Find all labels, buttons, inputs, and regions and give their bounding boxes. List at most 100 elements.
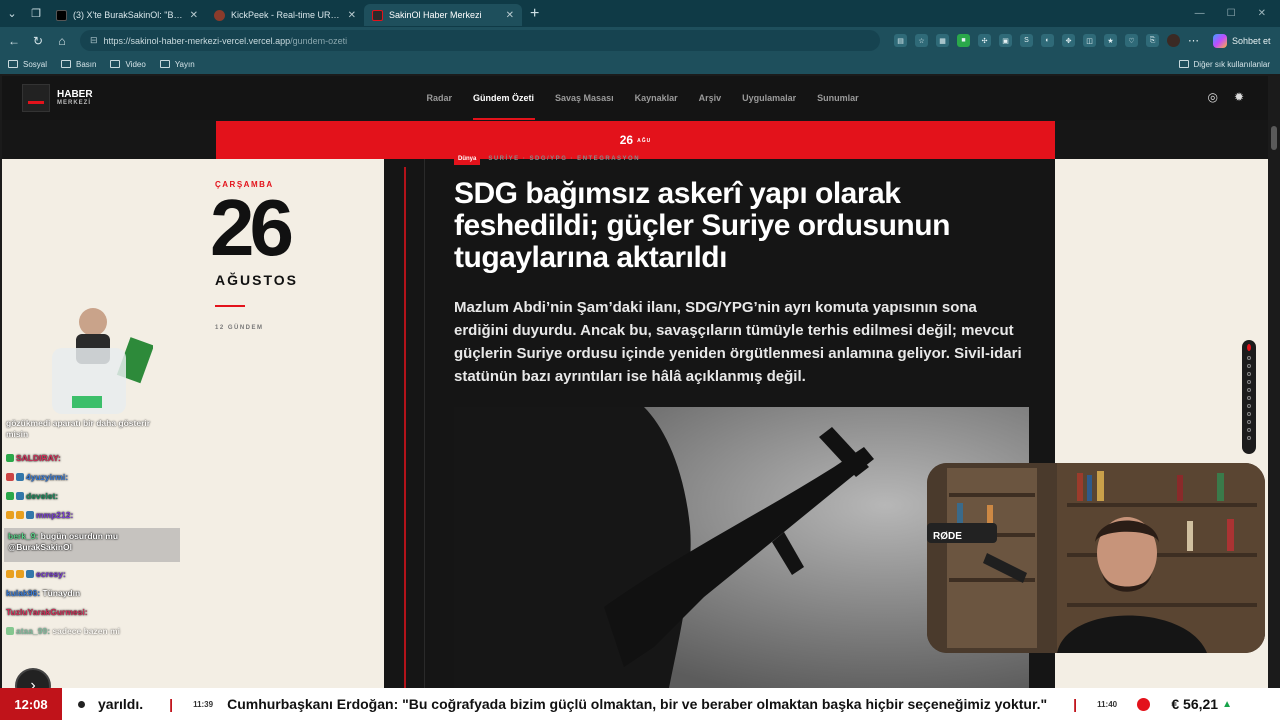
workspaces-icon[interactable]: ❐ [24,0,48,27]
nav-item-gundem-ozeti[interactable]: Gündem Özeti [463,76,545,120]
banner-day: 26 [619,133,634,147]
logo-subtext: MERKEZİ [57,100,91,106]
nav-item-radar[interactable]: Radar [416,76,463,120]
stream-chat-overlay: gözükmedi aparatı bir daha gösterir misi… [4,416,182,644]
more-menu-icon[interactable]: ⋯ [1188,34,1199,47]
tab-kickpeek[interactable]: KickPeek - Real-time URL Crawler ✕ [206,4,364,26]
ticker-strip: yarıldı. | 11:39 Cumhurbaşkanı Erdoğan: … [98,688,1151,720]
nav-item-arsiv[interactable]: Arşiv [688,76,732,120]
extension-icon[interactable]: ▣ [999,34,1012,47]
folder-icon [1178,60,1189,68]
tab-actions-chevron-icon[interactable]: ⌄ [0,0,24,27]
section-scroll-indicator[interactable] [1242,340,1256,454]
site-info-icon[interactable]: ⊟ [90,35,98,46]
bookmark-folder[interactable]: Basın [61,60,96,69]
reader-icon[interactable]: ▤ [894,34,907,47]
chat-message: SALDIRAY: [6,453,61,463]
indicator-dot[interactable] [1247,364,1251,368]
category-badge[interactable]: Dünya [454,153,481,165]
bookmark-label: Video [125,59,146,69]
folder-icon [159,60,170,68]
favorites-icon[interactable]: ★ [1104,34,1117,47]
other-bookmarks[interactable]: Diğer sık kullanılanlar [1178,59,1270,69]
indicator-dot[interactable] [1247,412,1251,416]
chat-message: 4yuzyirmi: [6,472,68,482]
tab-label: KickPeek - Real-time URL Crawler [231,10,342,20]
indicator-dot[interactable] [1247,356,1251,360]
close-icon[interactable]: ✕ [190,10,198,21]
favorite-star-icon[interactable]: ☆ [915,34,928,47]
indicator-dot[interactable] [1247,420,1251,424]
streamer-sticker-image [28,300,155,418]
close-window-icon[interactable]: ✕ [1258,8,1266,19]
tab-bar: ⌄ ❐ (3) X'te BurakSakinOl: "Bugün sade..… [0,0,1280,27]
scrollbar-thumb[interactable] [1271,126,1277,150]
indicator-dot[interactable] [1247,396,1251,400]
badge-icon [16,492,24,500]
indicator-dot[interactable] [1247,428,1251,432]
nav-item-kaynaklar[interactable]: Kaynaklar [624,76,688,120]
settings-icon[interactable]: ◎ [1207,90,1217,104]
ticker-separator: | [169,696,174,712]
tab-label: (3) X'te BurakSakinOl: "Bugün sade... [73,10,184,20]
chat-message: gözükmedi aparatı bir daha gösterir misi… [6,418,151,439]
tab-x[interactable]: (3) X'te BurakSakinOl: "Bugün sade... ✕ [48,4,206,26]
extension-s-icon[interactable]: S [1020,34,1033,47]
refresh-icon[interactable]: ↻ [26,34,50,48]
ticker-headline: Cumhurbaşkanı Erdoğan: "Bu coğrafyada bi… [227,696,1048,712]
extension-green-icon[interactable]: ■ [957,34,970,47]
indicator-dot[interactable] [1247,388,1251,392]
chat-message: kulak96: Tünaydın [6,588,80,598]
tab-sakinol[interactable]: SakinOl Haber Merkezi ✕ [364,4,522,26]
minimize-icon[interactable]: — [1195,8,1205,19]
chat-username: kulak96: [6,588,41,598]
theme-toggle-icon[interactable]: ✹ [1234,90,1244,104]
day-number: 26 [210,183,294,272]
extension-icon[interactable]: ▦ [936,34,949,47]
indicator-dot[interactable] [1247,436,1251,440]
indicator-dot[interactable] [1247,404,1251,408]
bookmark-label: Yayın [174,59,195,69]
page-scrollbar[interactable] [1268,76,1280,688]
nav-item-sunumlar[interactable]: Sunumlar [807,76,870,120]
home-icon[interactable]: ⌂ [50,34,74,48]
folder-icon [110,60,121,68]
profile-avatar[interactable] [1167,34,1180,47]
extension-icon[interactable]: ◐ [1041,34,1054,47]
indicator-dot[interactable] [1247,380,1251,384]
badge-icon [6,473,14,481]
indicator-dot[interactable] [1247,372,1251,376]
back-icon[interactable]: ← [2,34,26,48]
folder-icon [61,60,72,68]
article-lede: Mazlum Abdi’nin Şam’daki ilanı, SDG/YPG’… [454,299,1022,385]
ticker-clock: 12:08 [0,688,62,720]
bookmark-label: Basın [76,59,97,69]
maximize-icon[interactable]: ☐ [1227,8,1236,19]
close-icon[interactable]: ✕ [348,10,356,21]
bookmark-folder[interactable]: Yayın [159,59,195,69]
copilot-chat-button[interactable]: Sohbet et [1213,33,1271,48]
site-logo[interactable]: HABER MERKEZİ [22,84,93,112]
new-tab-button[interactable]: + [522,5,547,23]
screenshot-icon[interactable]: ⎘ [1146,34,1159,47]
chat-username: mmp212: [36,510,74,520]
site-header: HABER MERKEZİ Radar Gündem Özeti Savaş M… [2,76,1268,120]
news-ticker: 12:08 yarıldı. | 11:39 Cumhurbaşkanı Erd… [0,688,1280,720]
extension-icon[interactable]: ✣ [978,34,991,47]
split-screen-icon[interactable]: ◫ [1083,34,1096,47]
logo-mark-icon [22,84,50,112]
collections-icon[interactable]: ♡ [1125,34,1138,47]
url-field[interactable]: ⊟ https://sakinol-haber-merkezi-vercel.v… [80,30,880,51]
url-host: https://sakinol-haber-merkezi-vercel.ver… [103,35,291,46]
nav-item-uygulamalar[interactable]: Uygulamalar [732,76,807,120]
chat-username: TuzluYarakGurmesi: [6,607,88,617]
puzzle-icon[interactable]: ✥ [1062,34,1075,47]
bookmark-folder[interactable]: Sosyal [8,60,47,69]
nav-item-savas-masasi[interactable]: Savaş Masası [545,76,625,120]
close-icon[interactable]: ✕ [506,10,514,21]
main-nav: Radar Gündem Özeti Savaş Masası Kaynakla… [416,76,869,120]
bookmark-label: Diğer sık kullanılanlar [1193,59,1270,69]
bookmark-folder[interactable]: Video [110,59,146,69]
badge-icon [16,473,24,481]
indicator-dot[interactable] [1247,344,1251,351]
